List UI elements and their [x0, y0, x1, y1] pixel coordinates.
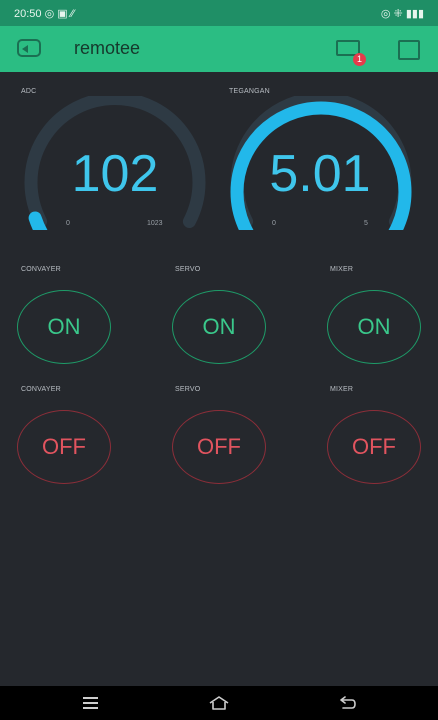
gauge-label-tegangan: TEGANGAN: [229, 88, 270, 95]
status-left-icons: ◎ ▣ ⁄⁄: [44, 8, 75, 20]
status-time: 20:50: [14, 8, 42, 20]
app-bar: remotee 1: [0, 26, 438, 72]
button-label-convayer: CONVAYER: [21, 266, 61, 273]
button-text: ON: [357, 314, 391, 339]
mixer-off-button[interactable]: OFF: [327, 410, 421, 484]
gauge-label-adc: ADC: [21, 88, 37, 95]
status-right-icons: ◎ ⁜ ▮▮▮: [380, 8, 424, 20]
button-text: ON: [202, 314, 236, 339]
status-bar: 20:50 ◎ ▣ ⁄⁄ ◎ ⁜ ▮▮▮: [0, 0, 438, 26]
button-label-mixer: MIXER: [330, 386, 354, 393]
nav-back-icon[interactable]: [340, 696, 356, 710]
status-left: 20:50 ◎ ▣ ⁄⁄: [14, 7, 74, 20]
button-text: OFF: [352, 434, 396, 459]
button-text: ON: [47, 314, 81, 339]
navigation-bar: [0, 686, 438, 720]
button-label-servo: SERVO: [175, 266, 201, 273]
gauge-max-tegangan: 5: [364, 220, 368, 227]
gauge-min-adc: 0: [66, 220, 70, 227]
menu-icon[interactable]: [83, 697, 98, 709]
gauge-value-tegangan: 5.01: [269, 145, 371, 203]
mixer-on-button[interactable]: ON: [327, 290, 421, 364]
button-label-mixer: MIXER: [330, 266, 354, 273]
convayer-off-button[interactable]: OFF: [17, 410, 111, 484]
gauge-max-adc: 1023: [147, 220, 163, 227]
gauge-value-adc: 102: [71, 145, 159, 203]
button-text: OFF: [42, 434, 86, 459]
button-text: OFF: [197, 434, 241, 459]
gauge-min-tegangan: 0: [272, 220, 276, 227]
servo-on-button[interactable]: ON: [172, 290, 266, 364]
square-icon[interactable]: [398, 40, 420, 60]
home-icon[interactable]: [209, 696, 229, 710]
notification-badge: 1: [353, 53, 366, 66]
servo-off-button[interactable]: OFF: [172, 410, 266, 484]
convayer-on-button[interactable]: ON: [17, 290, 111, 364]
app-title: remotee: [74, 38, 141, 58]
button-label-convayer: CONVAYER: [21, 386, 61, 393]
back-icon[interactable]: [17, 39, 41, 57]
button-label-servo: SERVO: [175, 386, 201, 393]
